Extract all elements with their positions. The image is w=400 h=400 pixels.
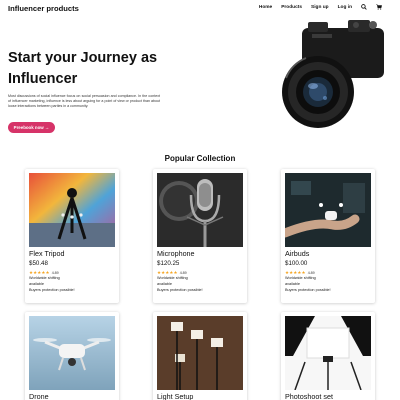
product-name: Photoshoot set [285, 392, 333, 400]
rating-value: 4.89 [307, 271, 315, 275]
product-card-microphone[interactable]: Microphone $120.25 ★★★★★ 4.89 Worldwide … [153, 169, 247, 303]
nav-link-login[interactable]: Log in [338, 5, 352, 10]
product-image-photoshoot-set [285, 316, 371, 390]
product-card-drone[interactable]: Drone [25, 312, 119, 400]
availability-text: available [29, 282, 44, 286]
section-title-popular: Popular Collection [164, 154, 236, 163]
cart-icon[interactable] [376, 4, 382, 10]
product-price: $50.48 [29, 260, 48, 267]
product-price: $120.25 [157, 260, 180, 267]
availability-text: available [157, 282, 172, 286]
arrow-right-icon: → [44, 125, 50, 130]
shipping-text: Worldwide shifting [157, 276, 188, 280]
availability-text: available [285, 282, 300, 286]
rating-value: 4.89 [179, 271, 187, 275]
prebook-button-label: Preebook now [13, 125, 44, 130]
nav-link-products[interactable]: Products [281, 5, 302, 10]
top-navbar: Influencer products Home Products Sign u… [0, 0, 400, 16]
product-name: Airbuds [285, 249, 310, 258]
product-card-light-setup[interactable]: Light Setup [153, 312, 247, 400]
protection-text: Buyers protection possible! [157, 288, 203, 292]
hero-description: Most discussions of social influence foc… [8, 94, 160, 109]
product-name: Flex Tripod [29, 249, 65, 258]
brand-logo[interactable]: Influencer products [8, 4, 79, 13]
product-name: Light Setup [157, 392, 194, 400]
shipping-text: Worldwide shifting [29, 276, 60, 280]
search-icon[interactable] [361, 4, 367, 10]
shipping-text: Worldwide shifting [285, 276, 316, 280]
prebook-button[interactable]: Preebook now → [8, 122, 55, 133]
rating-value: 4.89 [51, 271, 59, 275]
hero-camera-image [278, 18, 388, 133]
product-image-microphone [157, 173, 243, 247]
product-name: Drone [29, 392, 49, 400]
product-name: Microphone [157, 249, 195, 258]
product-card-airbuds[interactable]: Airbuds $100.00 ★★★★★ 4.89 Worldwide shi… [281, 169, 375, 303]
protection-text: Buyers protection possible! [29, 288, 75, 292]
product-image-light-setup [157, 316, 243, 390]
hero-title: Start your Journey as Influencer [8, 50, 158, 87]
product-card-flex-tripod[interactable]: Flex Tripod $50.48 ★★★★★ 4.89 Worldwide … [25, 169, 119, 303]
product-image-drone [29, 316, 115, 390]
product-image-flex-tripod [29, 173, 115, 247]
product-card-photoshoot-set[interactable]: Photoshoot set [281, 312, 375, 400]
nav-links: Home Products Sign up Log in [259, 4, 382, 10]
product-image-airbuds [285, 173, 371, 247]
nav-link-signup[interactable]: Sign up [311, 5, 329, 10]
hero-section: Start your Journey as Influencer Most di… [0, 16, 400, 146]
product-price: $100.00 [285, 260, 308, 267]
nav-link-home[interactable]: Home [259, 5, 272, 10]
protection-text: Buyers protection possible! [285, 288, 331, 292]
